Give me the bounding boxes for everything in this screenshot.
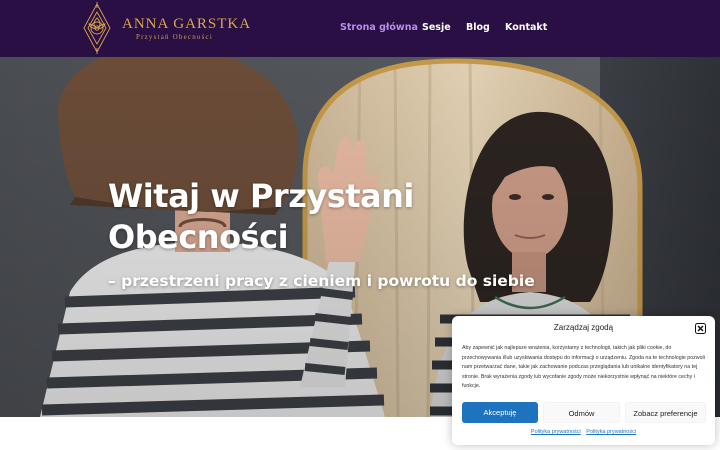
lotus-mandala-icon (83, 2, 111, 54)
accept-button[interactable]: Akceptuję (462, 402, 538, 423)
page: ANNA GARSTKA Przystań Obecności Strona g… (0, 0, 720, 450)
hero-title: Witaj w Przystani Obecności (108, 177, 414, 256)
preferences-button[interactable]: Zobacz preferencje (625, 402, 706, 423)
privacy-policy-link[interactable]: Polityka prywatności (531, 429, 581, 435)
deny-button[interactable]: Odmów (543, 402, 620, 423)
close-icon[interactable] (695, 323, 706, 334)
consent-title: Zarządzaj zgodą (553, 323, 614, 332)
consent-text: Aby zapewnić jak najlepsze wrażenia, kor… (462, 345, 705, 390)
brand-title: ANNA GARSTKA (122, 16, 252, 32)
brand-subtitle: Przystań Obecności (136, 33, 214, 41)
nav-item-blog[interactable]: Blog (466, 22, 490, 33)
hero-subtitle: – przestrzeni pracy z cieniem i powrotu … (108, 272, 535, 290)
nav-item-home[interactable]: Strona główna (340, 22, 418, 33)
privacy-policy-link-2[interactable]: Polityka prywatności (586, 429, 636, 435)
nav-item-contact[interactable]: Kontakt (505, 22, 547, 33)
site-header: ANNA GARSTKA Przystań Obecności Strona g… (0, 0, 720, 57)
nav-item-sessions[interactable]: Sesje (422, 22, 451, 33)
cookie-consent-dialog: Zarządzaj zgodą Aby zapewnić jak najleps… (452, 316, 715, 445)
logo[interactable]: ANNA GARSTKA Przystań Obecności (80, 2, 250, 54)
consent-links: Polityka prywatności Polityka prywatnośc… (452, 429, 715, 435)
